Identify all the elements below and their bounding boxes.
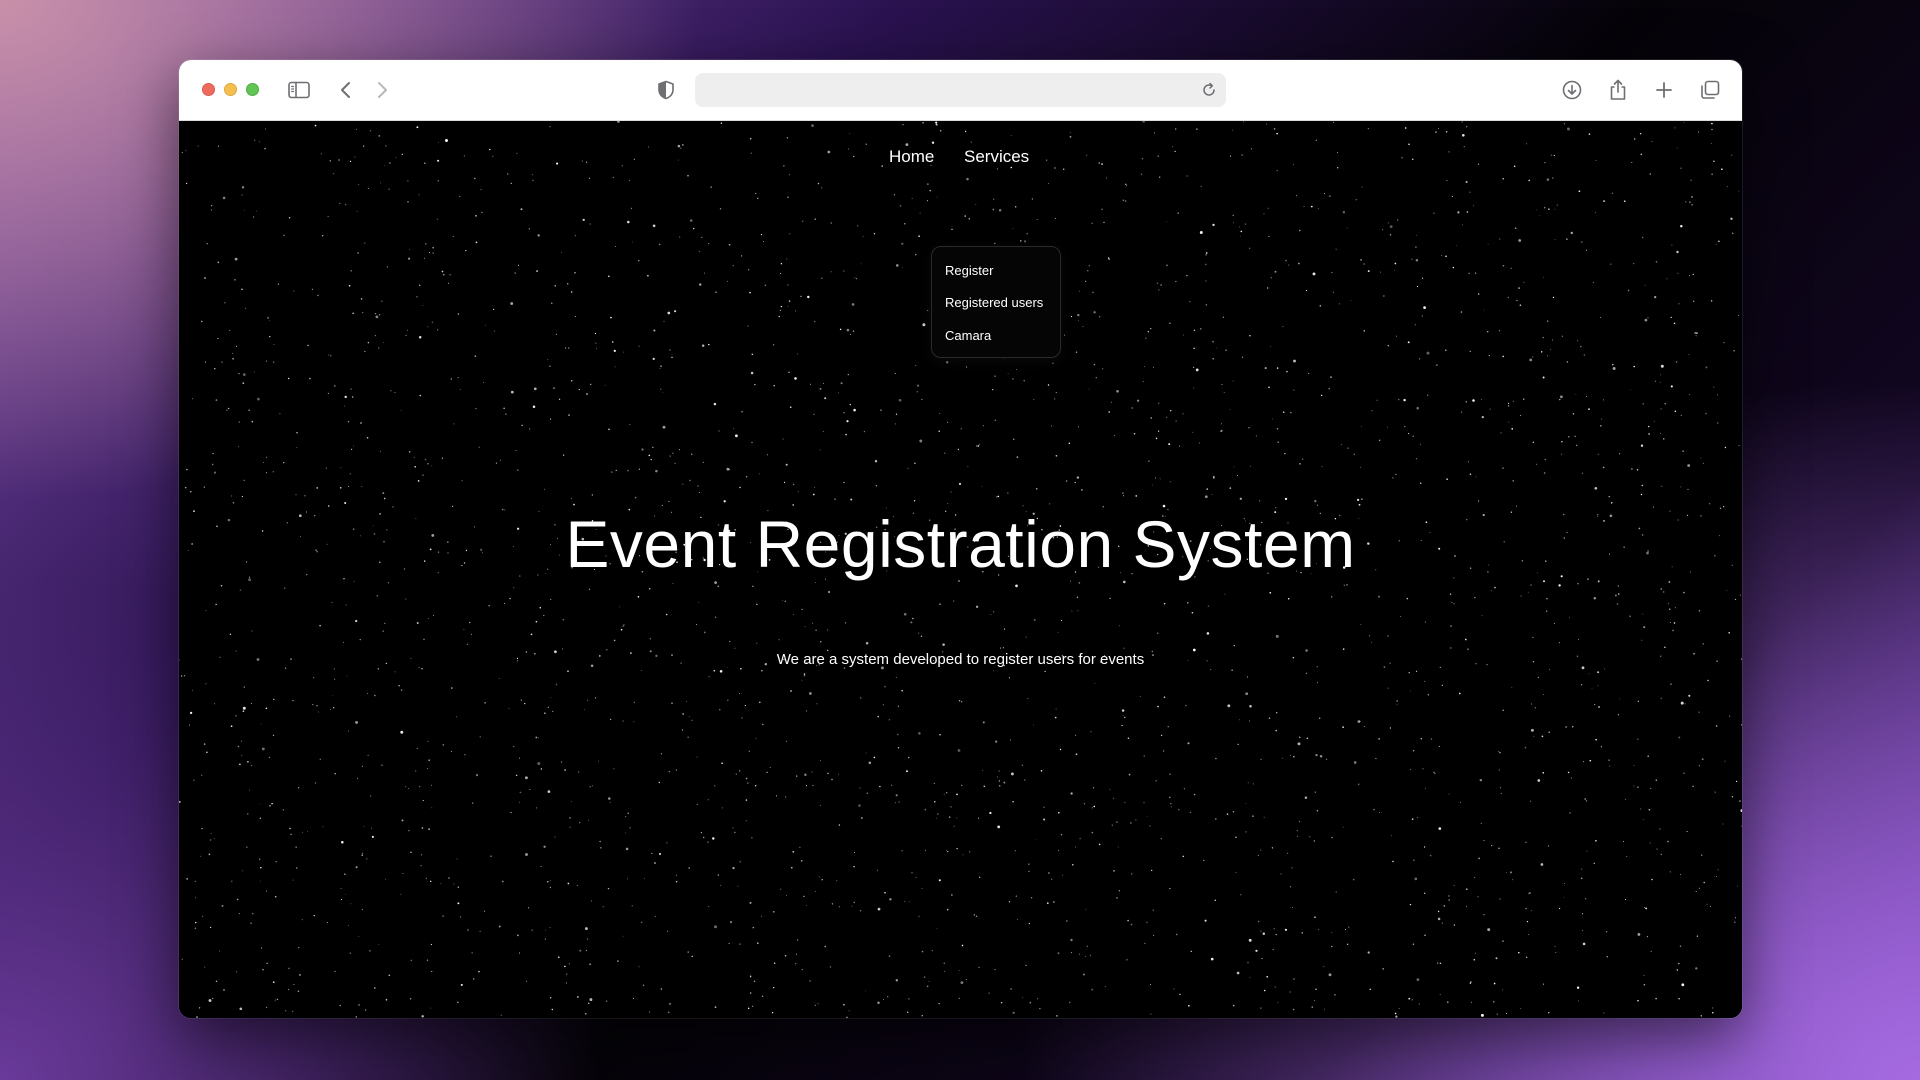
plus-icon[interactable] — [1652, 78, 1676, 102]
hero-subtitle: We are a system developed to register us… — [776, 651, 1145, 668]
web-page: Home Services Register Registered users … — [179, 121, 1742, 1018]
hero-title: Event Registration System — [565, 507, 1356, 581]
chevron-left-icon[interactable] — [334, 78, 358, 102]
services-dropdown-menu: Register Registered users Camara — [931, 246, 1061, 358]
shield-icon[interactable] — [654, 78, 678, 102]
reload-icon[interactable] — [1200, 81, 1218, 99]
nav-services-link[interactable]: Services — [964, 147, 1029, 167]
browser-window: Home Services Register Registered users … — [179, 60, 1742, 1018]
menu-item-camara[interactable]: Camara — [945, 328, 991, 343]
address-bar[interactable] — [695, 73, 1226, 107]
close-window-button[interactable] — [202, 83, 215, 96]
download-icon[interactable] — [1560, 78, 1584, 102]
sidebar-icon[interactable] — [287, 78, 311, 102]
menu-item-registered-users[interactable]: Registered users — [945, 295, 1043, 310]
browser-toolbar — [179, 60, 1742, 121]
tab-overview-icon[interactable] — [1698, 78, 1722, 102]
chevron-right-icon[interactable] — [370, 78, 394, 102]
nav-home-link[interactable]: Home — [889, 147, 934, 167]
share-icon[interactable] — [1606, 78, 1630, 102]
maximize-window-button[interactable] — [246, 83, 259, 96]
menu-item-register[interactable]: Register — [945, 263, 993, 278]
minimize-window-button[interactable] — [224, 83, 237, 96]
